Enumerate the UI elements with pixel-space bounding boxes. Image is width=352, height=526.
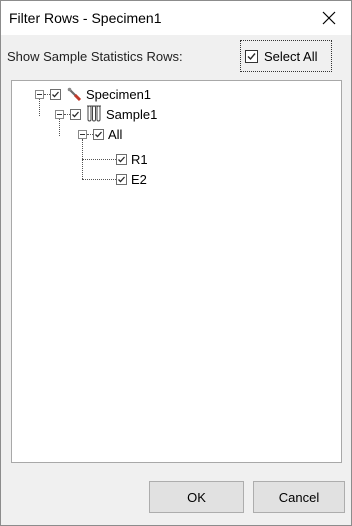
tree-connector [82,159,116,160]
specimen-icon [67,87,82,102]
title-bar: Filter Rows - Specimen1 [1,1,351,35]
sample-statistics-label: Show Sample Statistics Rows: [7,49,183,64]
sample-tubes-icon [87,105,101,122]
tree-node-label: All [108,126,123,142]
cancel-button[interactable]: Cancel [253,481,345,513]
tree-node-label: Sample1 [106,106,158,122]
collapse-toggle-all[interactable] [78,129,87,139]
tree-node-r1[interactable]: R1 [116,150,148,168]
checkmark-icon [95,131,102,137]
tree-node-e2[interactable]: E2 [116,170,147,188]
ok-button[interactable]: OK [149,481,244,513]
select-all-check-box[interactable] [245,49,258,63]
rows-tree: Specimen1 Sample1 All R1 E2 [11,80,342,463]
checkmark-icon [72,111,79,117]
collapse-toggle-specimen1[interactable] [35,89,44,99]
tree-node-all[interactable]: All [78,125,122,143]
checkbox-specimen1[interactable] [50,88,61,100]
checkbox-sample1[interactable] [70,108,81,120]
tree-node-label: R1 [131,151,148,167]
close-button[interactable] [307,1,351,35]
select-all-label: Select All [264,48,318,64]
checkmark-icon [118,156,125,162]
tree-node-specimen1[interactable]: Specimen1 [35,85,151,103]
collapse-toggle-sample1[interactable] [55,109,64,119]
checkmark-icon [118,176,125,182]
checkbox-e2[interactable] [116,173,127,185]
checkbox-all[interactable] [93,128,104,140]
tree-connector [82,179,116,180]
checkbox-r1[interactable] [116,153,127,165]
close-icon [322,11,336,25]
select-all-checkbox[interactable]: Select All [240,40,332,72]
tree-node-sample1[interactable]: Sample1 [55,105,157,123]
tree-node-label: E2 [131,171,147,187]
filter-rows-dialog: Filter Rows - Specimen1 Show Sample Stat… [0,0,352,526]
window-title: Filter Rows - Specimen1 [9,10,162,26]
checkmark-icon [247,52,256,60]
checkmark-icon [52,91,59,97]
tree-node-label: Specimen1 [86,86,152,102]
